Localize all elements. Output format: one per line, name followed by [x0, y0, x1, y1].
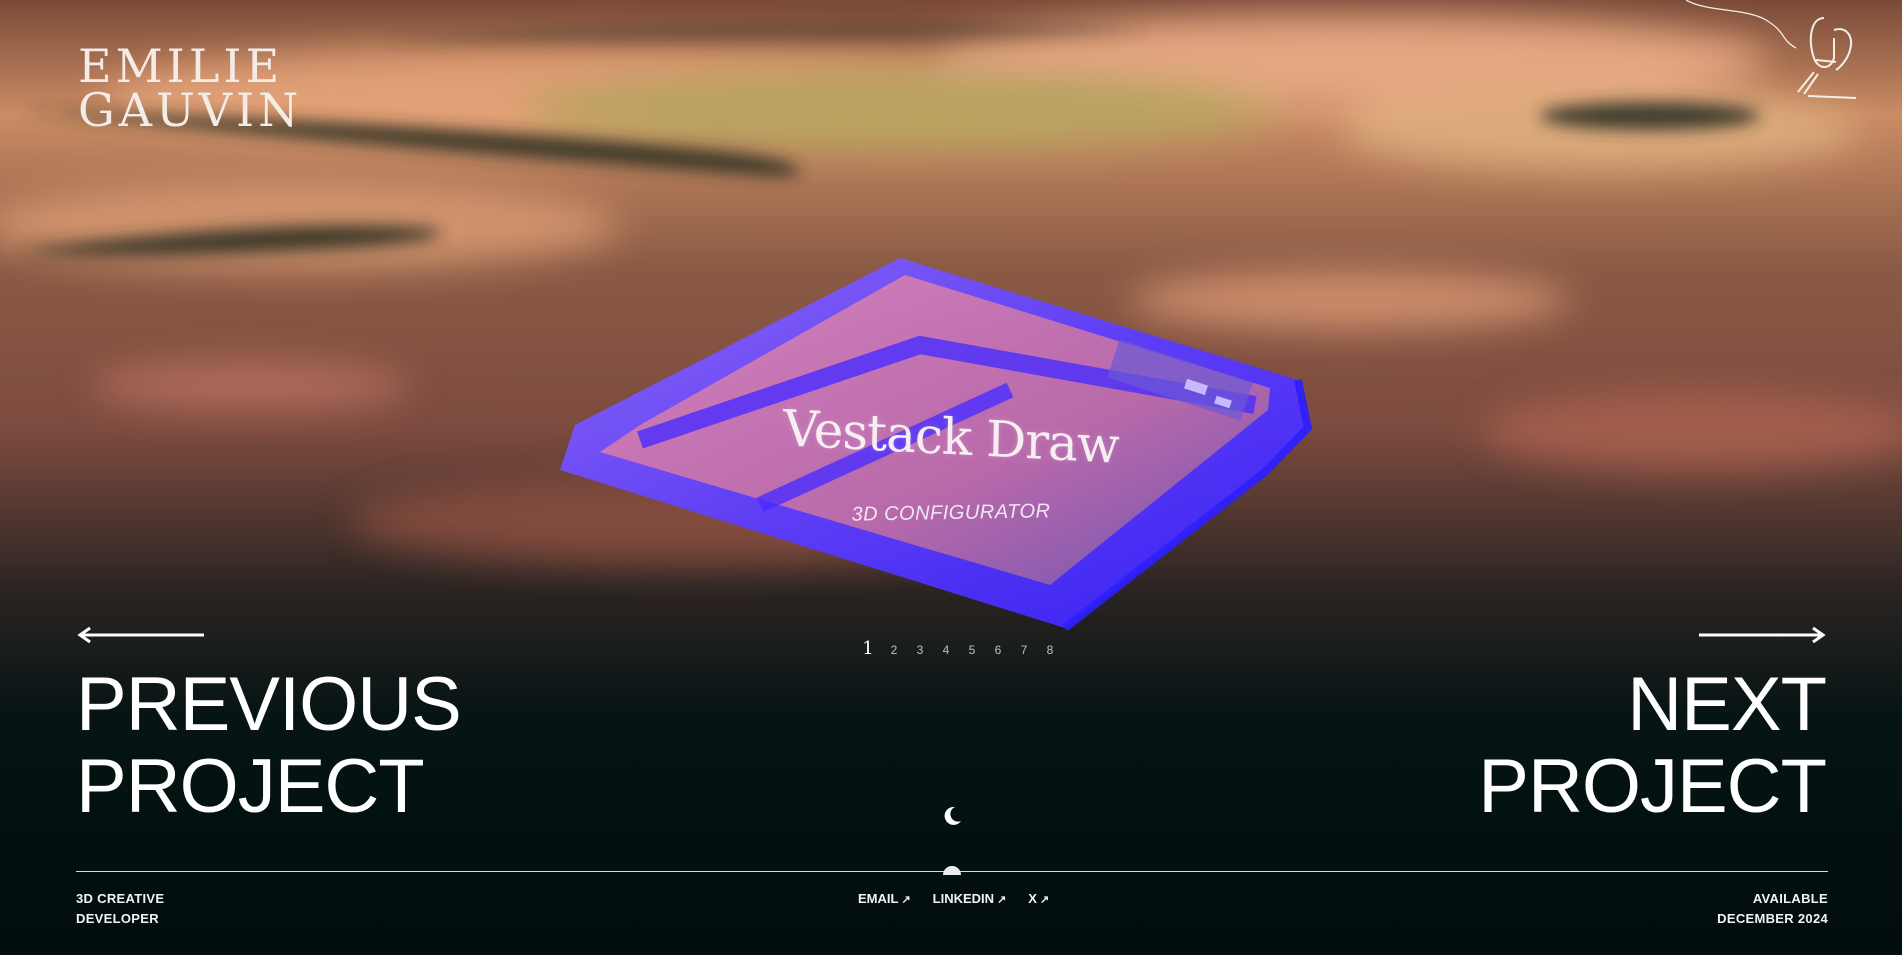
email-link[interactable]: EMAIL ↗: [858, 889, 911, 910]
page-7[interactable]: 7: [1011, 643, 1037, 657]
logo-first-name: EMILIE: [78, 39, 284, 93]
site-logo[interactable]: EMILIE GAUVIN: [78, 39, 303, 137]
page-1[interactable]: 1: [855, 638, 881, 659]
x-link[interactable]: X ↗: [1028, 889, 1049, 910]
x-link-label: X: [1028, 891, 1037, 906]
availability-line-2: DECEMBER 2024: [1717, 911, 1828, 926]
previous-project-link[interactable]: PREVIOUS PROJECT: [76, 662, 462, 829]
moon-icon[interactable]: [941, 805, 963, 827]
page-2[interactable]: 2: [881, 643, 907, 657]
page-4[interactable]: 4: [933, 643, 959, 657]
previous-line-2: PROJECT: [76, 744, 425, 829]
arrow-right-icon[interactable]: [1699, 626, 1827, 644]
external-arrow-icon: ↗: [997, 894, 1007, 906]
signature-mark-icon[interactable]: [1686, 0, 1866, 110]
project-pagination: 1 2 3 4 5 6 7 8: [855, 638, 1063, 659]
page-6[interactable]: 6: [985, 643, 1011, 657]
next-project-link[interactable]: NEXT PROJECT: [1478, 662, 1827, 829]
previous-line-1: PREVIOUS: [76, 662, 462, 747]
footer-role: 3D CREATIVE DEVELOPER: [76, 889, 164, 929]
external-arrow-icon: ↗: [901, 894, 911, 906]
linkedin-link-label: LINKEDIN: [932, 891, 995, 906]
availability: AVAILABLE DECEMBER 2024: [1717, 889, 1828, 929]
social-links: EMAIL ↗ LINKEDIN ↗ X ↗: [858, 889, 1049, 910]
external-arrow-icon: ↗: [1039, 894, 1050, 906]
page-3[interactable]: 3: [907, 643, 933, 657]
logo-last-name: GAUVIN: [78, 83, 303, 137]
page-5[interactable]: 5: [959, 643, 985, 657]
arrow-left-icon[interactable]: [76, 626, 204, 644]
page-8[interactable]: 8: [1037, 643, 1063, 657]
availability-line-1: AVAILABLE: [1752, 891, 1828, 906]
next-line-2: PROJECT: [1478, 744, 1827, 829]
next-line-1: NEXT: [1627, 662, 1827, 747]
linkedin-link[interactable]: LINKEDIN ↗: [933, 889, 1007, 910]
role-line-2: DEVELOPER: [76, 911, 159, 926]
role-line-1: 3D CREATIVE: [76, 891, 165, 906]
email-link-label: EMAIL: [858, 891, 899, 906]
